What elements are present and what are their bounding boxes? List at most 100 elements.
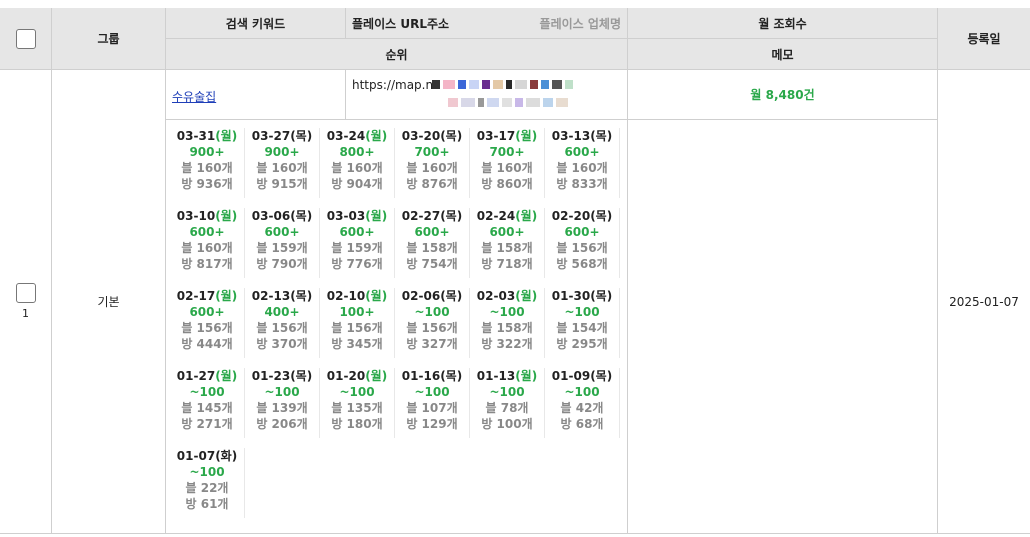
rank-entry-blog-count: 블 160개 <box>556 161 608 175</box>
rank-entry-visitor-count: 방 754개 <box>406 257 458 271</box>
reg-date-value: 2025-01-07 <box>949 294 1019 309</box>
rank-entry: 03-31(월) 900+ 블 160개 방 936개 <box>170 128 245 198</box>
rank-entry-weekday: (월) <box>515 129 538 143</box>
rank-entry-day: 01-09 <box>551 369 591 383</box>
rank-entry-visitor-count: 방 568개 <box>556 257 608 271</box>
rank-entry-date: 01-09(목) <box>545 368 619 384</box>
rank-entry-blog-count: 블 156개 <box>406 321 458 335</box>
rank-entry-date: 03-31(월) <box>170 128 244 144</box>
rank-entry-visitor-count: 방 180개 <box>331 417 383 431</box>
rank-entry-blog-count: 블 78개 <box>485 401 529 415</box>
rank-entry-date: 03-17(월) <box>470 128 544 144</box>
rank-entry-day: 02-03 <box>476 289 516 303</box>
rank-entry-rank: 600+ <box>189 225 225 239</box>
rank-entry: 01-27(월) ~100 블 145개 방 271개 <box>170 368 245 438</box>
rank-entry: 03-06(목) 600+ 블 159개 방 790개 <box>245 208 320 278</box>
row-reg-date-cell: 2025-01-07 <box>938 70 1030 534</box>
rank-entry-weekday: (목) <box>440 369 463 383</box>
rank-entry-date: 01-20(월) <box>320 368 394 384</box>
rank-entry-date: 03-24(월) <box>320 128 394 144</box>
rank-entry-rank: 800+ <box>339 145 375 159</box>
header-rank: 순위 <box>166 39 628 70</box>
rank-entry-rank: ~100 <box>339 385 375 399</box>
header-place-url: 플레이스 URL주소 <box>352 16 450 31</box>
rank-entry-weekday: (목) <box>590 209 613 223</box>
rank-entry-rank: ~100 <box>264 385 300 399</box>
rank-entry-weekday: (목) <box>440 209 463 223</box>
rank-entry-rank: 600+ <box>564 225 600 239</box>
memo-cell[interactable] <box>628 120 938 534</box>
rank-entry-rank: 700+ <box>489 145 525 159</box>
rank-entry-date: 01-13(월) <box>470 368 544 384</box>
rank-entry-day: 02-20 <box>551 209 591 223</box>
rank-entry-date: 03-03(월) <box>320 208 394 224</box>
rank-entry-visitor-count: 방 718개 <box>481 257 533 271</box>
rank-entry-date: 02-17(월) <box>170 288 244 304</box>
rank-entry-date: 02-13(목) <box>245 288 319 304</box>
rank-entry: 02-13(목) 400+ 블 156개 방 370개 <box>245 288 320 358</box>
rank-entry-blog-count: 블 160개 <box>481 161 533 175</box>
rank-entry-weekday: (월) <box>365 369 388 383</box>
rank-entry-weekday: (월) <box>215 129 238 143</box>
row-checkbox[interactable] <box>15 283 36 303</box>
rank-entry-date: 02-24(월) <box>470 208 544 224</box>
rank-entry-weekday: (월) <box>365 289 388 303</box>
header-memo: 메모 <box>628 39 938 70</box>
rank-entry-blog-count: 블 156개 <box>331 321 383 335</box>
rank-entry-visitor-count: 방 61개 <box>185 497 229 511</box>
rank-entry-weekday: (월) <box>215 209 238 223</box>
rank-entry-date: 01-27(월) <box>170 368 244 384</box>
keyword-link[interactable]: 수유술집 <box>172 88 216 105</box>
header-reg-date: 등록일 <box>938 8 1030 70</box>
rank-entry: 02-24(월) 600+ 블 158개방 718개 <box>470 208 545 278</box>
rank-entry: 01-07(화) ~100 블 22개 방 61개 <box>170 448 245 518</box>
rank-entry-blog-count: 블 139개 <box>256 401 308 415</box>
select-all-checkbox[interactable] <box>15 28 36 49</box>
rank-entry: 03-24(월) 800+ 블 160개 방 904개 <box>320 128 395 198</box>
keyword-rank-table: 그룹 검색 키워드 플레이스 URL주소 플레이스 업체명 월 조회수 순위 메… <box>0 0 1030 537</box>
rank-entry: 02-20(목) 600+ 블 156개 방 568개 <box>545 208 620 278</box>
rank-entry-date: 01-30(목) <box>545 288 619 304</box>
rank-entry-weekday: (목) <box>590 369 613 383</box>
header-place-name: 플레이스 업체명 <box>539 16 621 31</box>
rank-entry-blog-count: 블 156개 <box>256 321 308 335</box>
rank-entry-rank: ~100 <box>489 305 525 319</box>
rank-entry-blog-count: 블 145개 <box>181 401 233 415</box>
rank-entry-day: 03-06 <box>251 209 291 223</box>
rank-entry-day: 02-17 <box>176 289 216 303</box>
rank-entry-rank: 900+ <box>189 145 225 159</box>
rank-entry-weekday: (화) <box>215 449 238 463</box>
rank-entry-date: 02-20(목) <box>545 208 619 224</box>
rank-entry-rank: 600+ <box>489 225 525 239</box>
rank-entry-weekday: (목) <box>290 289 313 303</box>
header-select-all-cell <box>0 8 52 70</box>
rank-entry-visitor-count: 방 936개 <box>181 177 233 191</box>
rank-entry-day: 03-03 <box>326 209 366 223</box>
rank-entry-visitor-count: 방 370개 <box>256 337 308 351</box>
rank-entry: 01-09(목) ~100 블 42개 방 68개 <box>545 368 620 438</box>
rank-entry: 01-30(목) ~100 블 154개 방 295개 <box>545 288 620 358</box>
rank-entry-day: 01-27 <box>176 369 216 383</box>
rank-entry: 03-13(목) 600+ 블 160개 방 833개 <box>545 128 620 198</box>
rank-entry-date: 02-06(목) <box>395 288 469 304</box>
rank-entry: 03-17(월) 700+ 블 160개 방 860개 <box>470 128 545 198</box>
rank-entry-blog-count: 블 158개 <box>481 241 533 255</box>
rank-entry-visitor-count: 방 817개 <box>181 257 233 271</box>
rank-entry-rank: ~100 <box>189 385 225 399</box>
rank-entry-date: 02-03(월) <box>470 288 544 304</box>
rank-entry-visitor-count: 방 206개 <box>256 417 308 431</box>
rank-entry-day: 02-06 <box>401 289 441 303</box>
rank-entry-date: 02-10(월) <box>320 288 394 304</box>
redacted-url <box>432 77 628 91</box>
rank-entry-day: 01-23 <box>251 369 291 383</box>
rank-entry-day: 02-13 <box>251 289 291 303</box>
row-monthly-views-cell: 월 8,480건 <box>628 70 938 120</box>
rank-entry-rank: ~100 <box>489 385 525 399</box>
rank-entry-weekday: (목) <box>290 129 313 143</box>
rank-entry-weekday: (월) <box>365 129 388 143</box>
place-url-text[interactable]: https://map.na <box>352 78 440 92</box>
rank-entry-date: 03-20(목) <box>395 128 469 144</box>
rank-entry-visitor-count: 방 295개 <box>556 337 608 351</box>
rank-entry-weekday: (월) <box>365 209 388 223</box>
rank-entry-rank: ~100 <box>564 305 600 319</box>
